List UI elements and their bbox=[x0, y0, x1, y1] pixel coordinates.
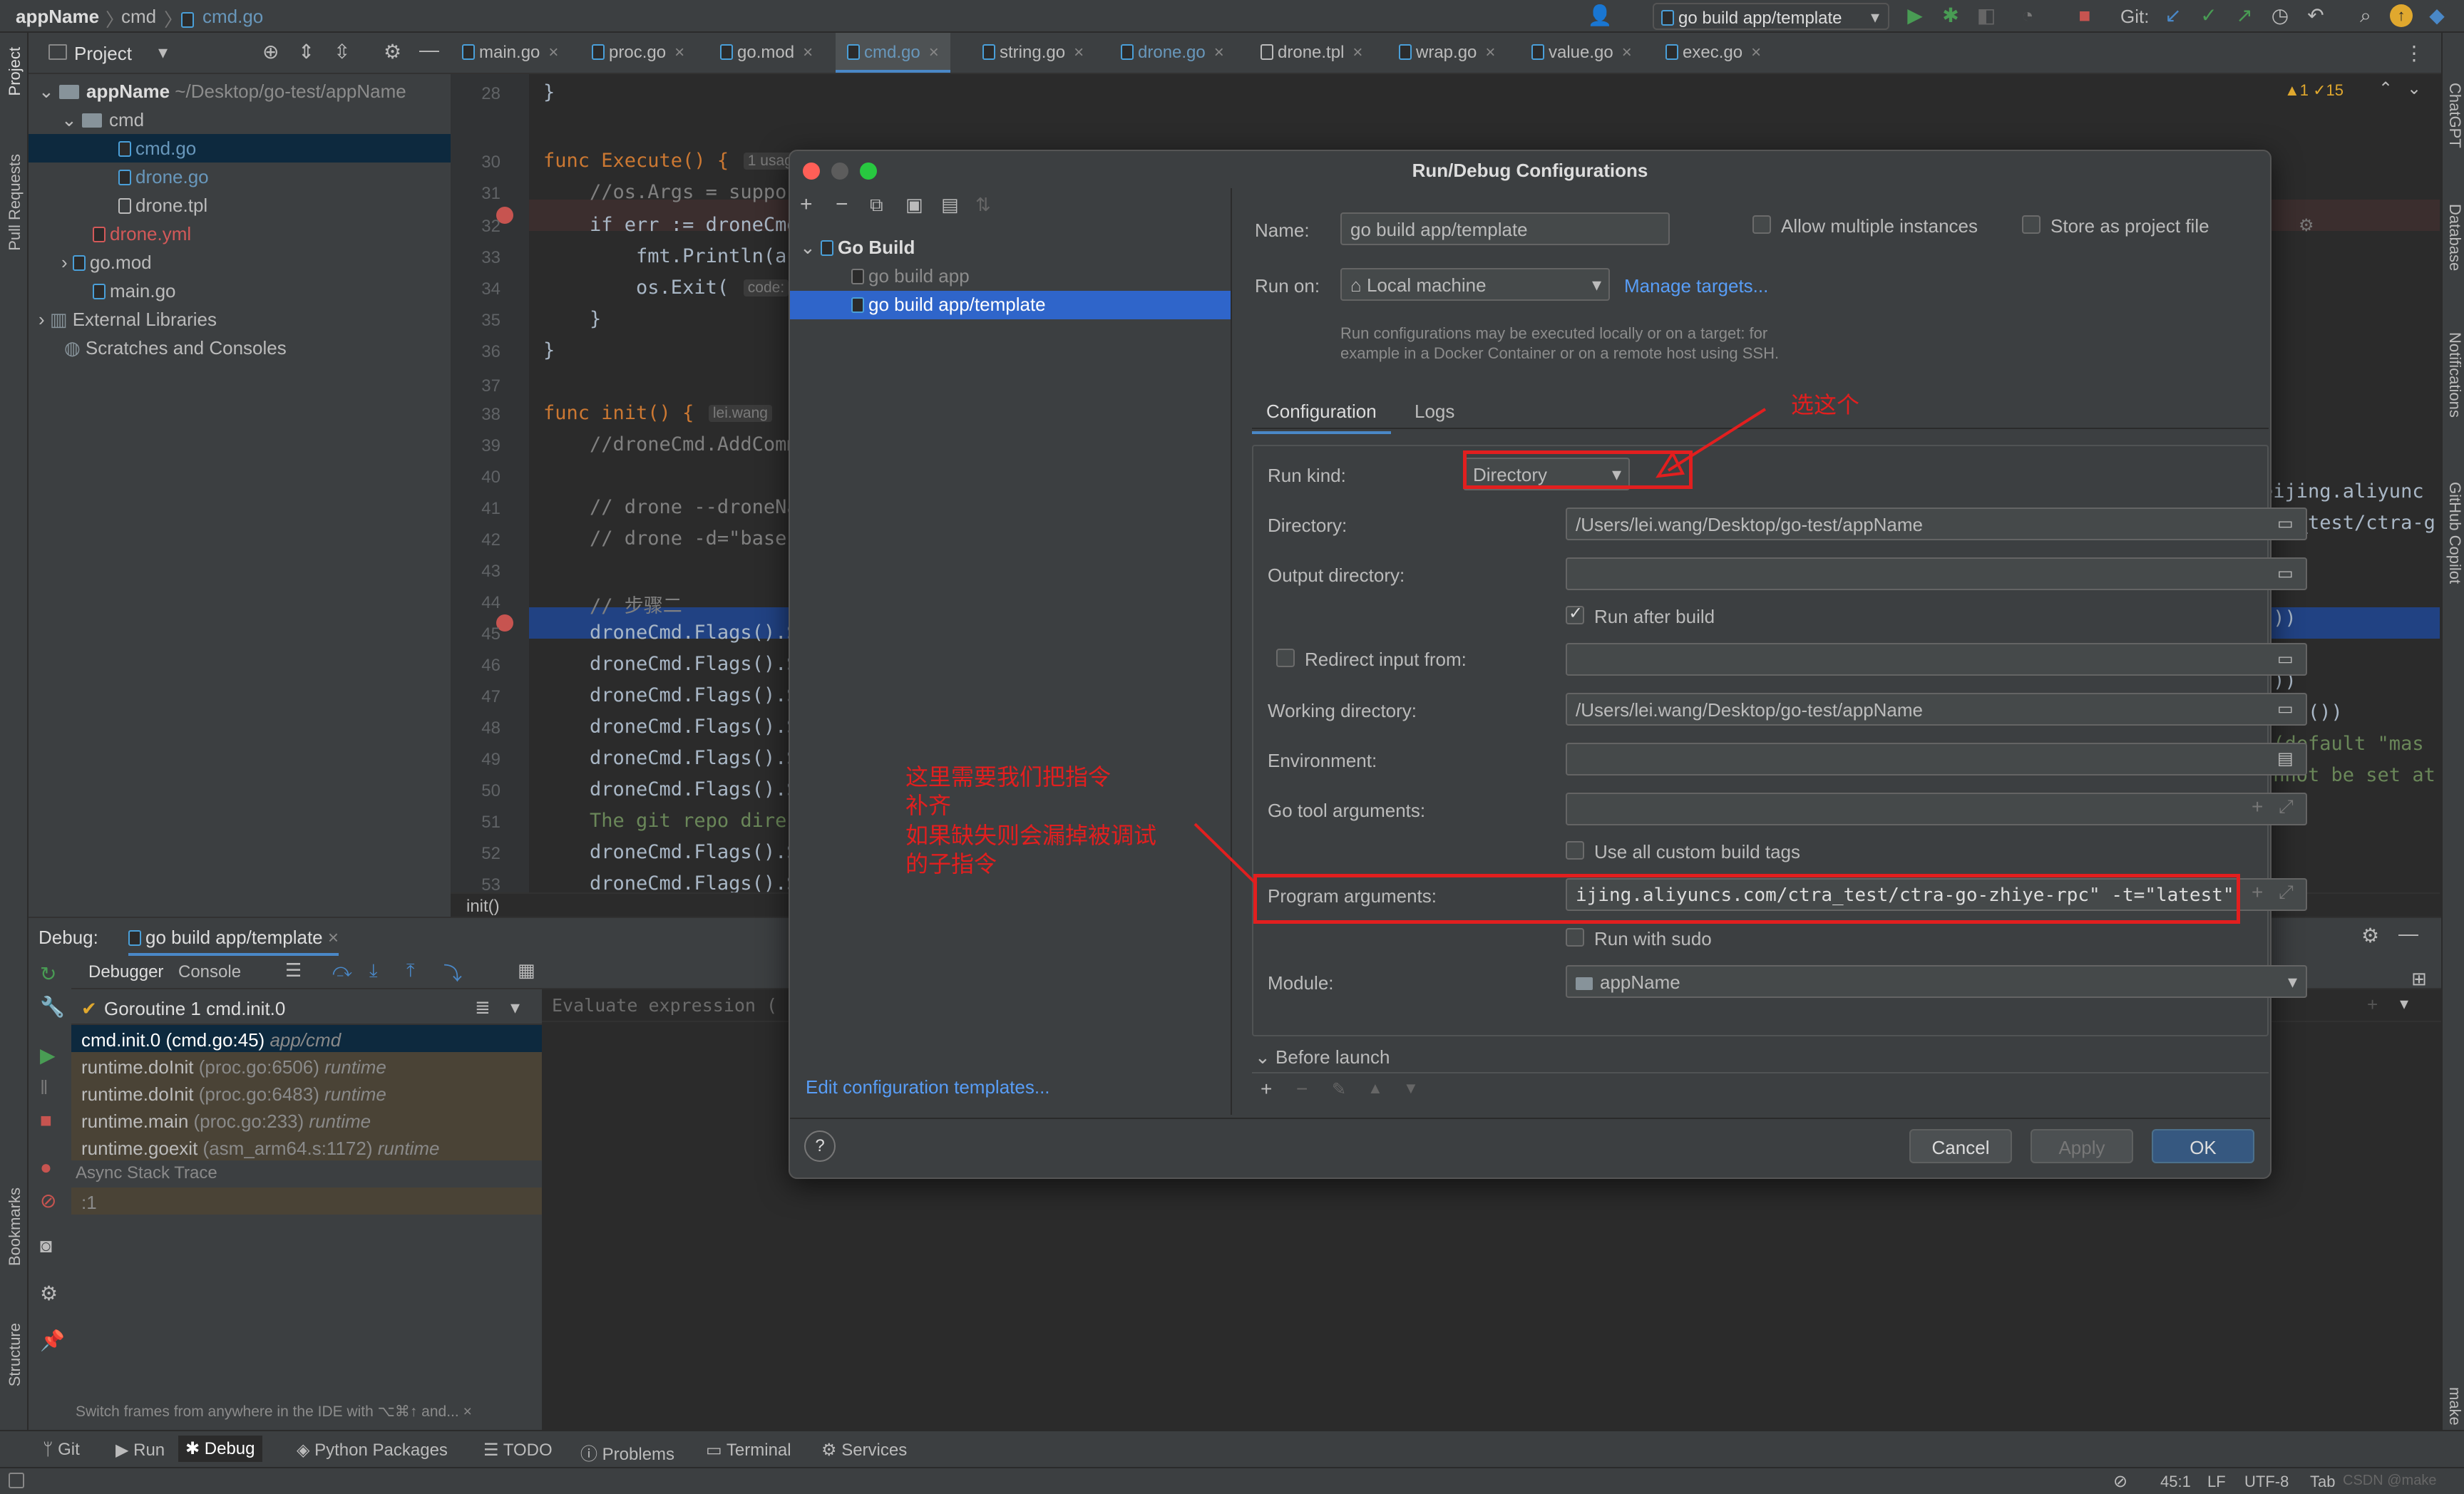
annotation-note-line: 的子指令 bbox=[905, 851, 997, 877]
annotation-note-line: 补齐 bbox=[905, 793, 952, 818]
arrow-line bbox=[1667, 408, 1767, 472]
arrow-head bbox=[1655, 450, 1685, 478]
annotation-note-line: 这里需要我们把指令 bbox=[905, 764, 1112, 790]
annotation-note-line: 如果缺失则会漏掉被调试 bbox=[905, 823, 1157, 848]
annotation-select-this: 选这个 bbox=[1791, 392, 1860, 418]
annotation-arrows bbox=[1194, 408, 1767, 885]
arrow-line bbox=[1194, 823, 1258, 885]
